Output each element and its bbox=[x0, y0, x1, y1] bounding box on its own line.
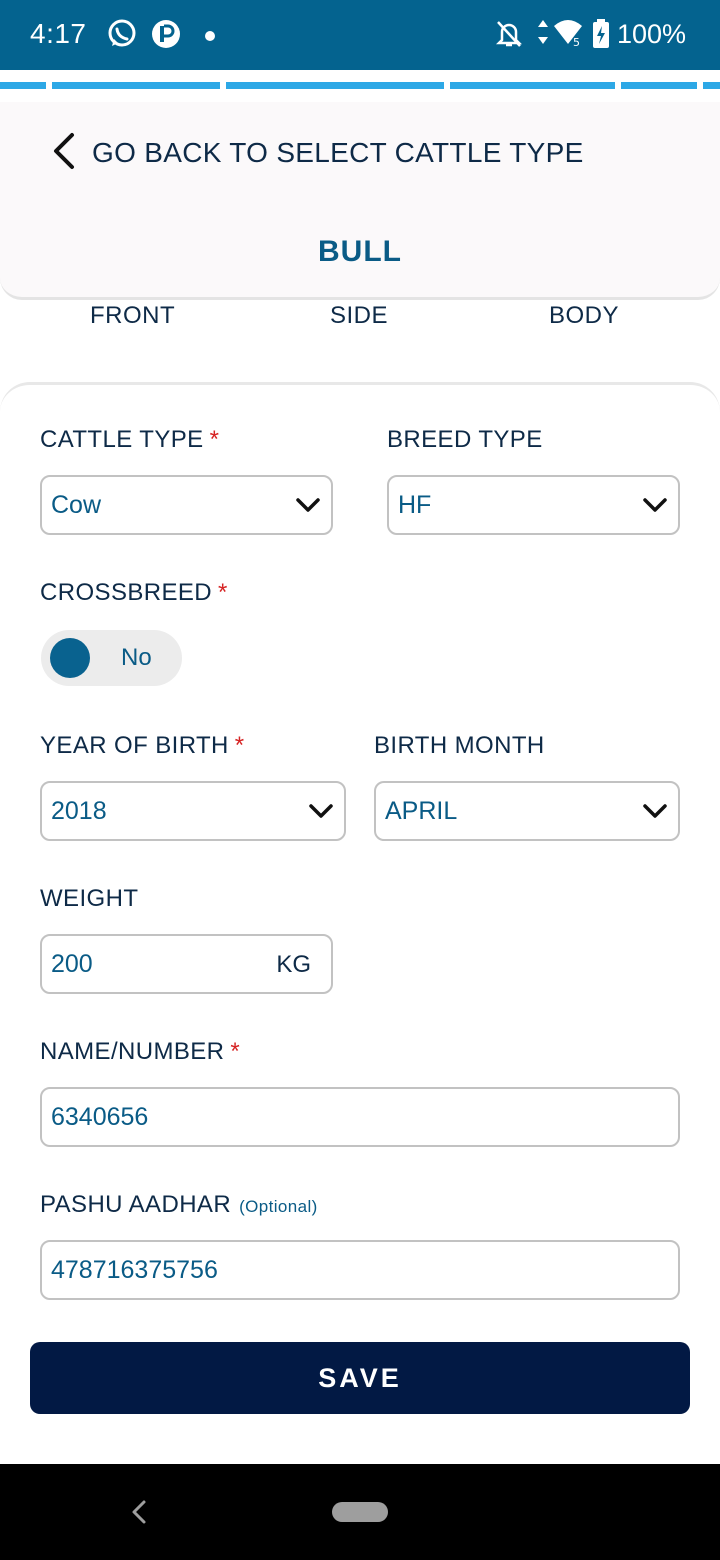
progress-segment bbox=[0, 82, 46, 89]
optional-hint: (Optional) bbox=[239, 1197, 318, 1216]
progress-segment bbox=[621, 82, 697, 89]
crossbreed-label: CROSSBREED * bbox=[40, 579, 228, 607]
cattle-type-label-text: CATTLE TYPE bbox=[40, 426, 204, 453]
year-of-birth-select[interactable]: 2018 bbox=[40, 781, 346, 841]
weight-unit: KG bbox=[276, 951, 311, 978]
weight-label: WEIGHT bbox=[40, 885, 139, 912]
muted-bell-icon bbox=[494, 18, 524, 55]
page-title: BULL bbox=[318, 235, 402, 268]
tab-front[interactable]: FRONT bbox=[90, 302, 175, 330]
required-asterisk: * bbox=[230, 1038, 241, 1065]
battery-percentage: 100% bbox=[616, 19, 686, 49]
required-asterisk: * bbox=[218, 579, 228, 606]
cattle-type-select[interactable]: Cow bbox=[40, 475, 333, 535]
required-asterisk: * bbox=[209, 426, 220, 453]
birth-month-value: APRIL bbox=[385, 797, 458, 825]
battery-charging-icon bbox=[592, 18, 610, 55]
year-of-birth-value: 2018 bbox=[51, 797, 107, 825]
tab-side[interactable]: SIDE bbox=[330, 302, 388, 330]
birth-month-select[interactable]: APRIL bbox=[374, 781, 680, 841]
progress-strip bbox=[0, 70, 720, 102]
progress-segment bbox=[450, 82, 615, 89]
name-number-label: NAME/NUMBER * bbox=[40, 1038, 240, 1066]
breed-type-value: HF bbox=[398, 491, 432, 519]
back-label: GO BACK TO SELECT CATTLE TYPE bbox=[92, 137, 584, 168]
cattle-type-value: Cow bbox=[51, 491, 102, 519]
whatsapp-icon bbox=[106, 18, 138, 55]
progress-segment bbox=[52, 82, 220, 89]
breed-type-label: BREED TYPE bbox=[387, 426, 543, 453]
name-number-label-text: NAME/NUMBER bbox=[40, 1038, 225, 1065]
nav-home-pill[interactable] bbox=[332, 1502, 388, 1522]
pashu-aadhar-value: 478716375756 bbox=[51, 1256, 218, 1284]
chevron-down-icon bbox=[642, 800, 668, 827]
year-of-birth-label-text: YEAR OF BIRTH bbox=[40, 732, 229, 759]
app-notification-icon bbox=[150, 18, 182, 55]
chevron-down-icon bbox=[308, 800, 334, 827]
save-button[interactable]: SAVE bbox=[30, 1342, 690, 1414]
tab-body[interactable]: BODY bbox=[549, 302, 619, 330]
nav-back-icon[interactable] bbox=[128, 1498, 150, 1531]
pashu-aadhar-label-text: PASHU AADHAR bbox=[40, 1191, 232, 1218]
pashu-aadhar-label: PASHU AADHAR (Optional) bbox=[40, 1191, 318, 1219]
svg-text:5: 5 bbox=[573, 36, 580, 48]
crossbreed-label-text: CROSSBREED bbox=[40, 579, 213, 606]
birth-month-label: BIRTH MONTH bbox=[374, 732, 545, 759]
weight-input[interactable]: 200 KG bbox=[40, 934, 333, 994]
crossbreed-toggle[interactable]: No bbox=[41, 630, 182, 686]
wifi-icon: 5 bbox=[552, 18, 584, 53]
dot-icon bbox=[204, 29, 216, 47]
weight-value: 200 bbox=[51, 950, 93, 978]
progress-segment bbox=[703, 82, 720, 89]
status-bar: 4:17 5 100% bbox=[0, 0, 720, 70]
data-arrows-icon bbox=[536, 18, 550, 53]
chevron-left-icon bbox=[50, 131, 78, 176]
chevron-down-icon bbox=[295, 494, 321, 521]
crossbreed-value: No bbox=[121, 644, 152, 671]
breed-type-select[interactable]: HF bbox=[387, 475, 680, 535]
required-asterisk: * bbox=[234, 732, 245, 759]
name-number-value: 6340656 bbox=[51, 1103, 149, 1131]
year-of-birth-label: YEAR OF BIRTH * bbox=[40, 732, 245, 760]
chevron-down-icon bbox=[642, 494, 668, 521]
back-button[interactable]: GO BACK TO SELECT CATTLE TYPE bbox=[50, 128, 584, 178]
pashu-aadhar-input[interactable]: 478716375756 bbox=[40, 1240, 680, 1300]
status-time: 4:17 bbox=[30, 18, 87, 49]
toggle-knob bbox=[50, 638, 90, 678]
name-number-input[interactable]: 6340656 bbox=[40, 1087, 680, 1147]
cattle-type-label: CATTLE TYPE * bbox=[40, 426, 219, 454]
view-tabs: FRONT SIDE BODY bbox=[0, 302, 720, 334]
form-card bbox=[0, 382, 720, 1464]
progress-segment bbox=[226, 82, 444, 89]
